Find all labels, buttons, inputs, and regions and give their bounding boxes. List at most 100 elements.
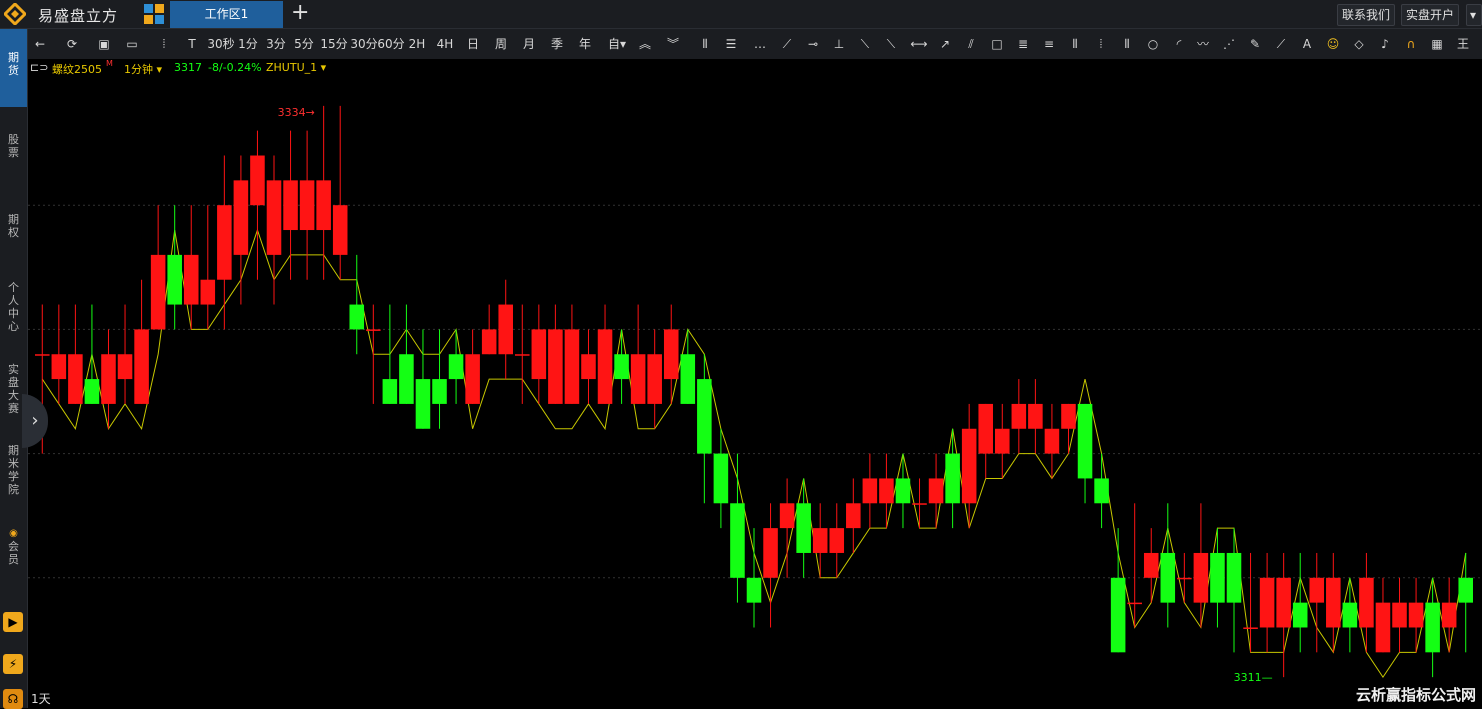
draw-ray-icon[interactable]: ⟍ [856,29,874,59]
candle-up [531,329,547,380]
draw-gann-icon[interactable]: ≡ [1040,29,1058,59]
draw-hline-icon[interactable]: ⊸ [804,29,822,59]
draw-cycle-icon[interactable]: ⦀ [1066,29,1084,59]
draw-rectangle-icon[interactable]: □ [988,29,1006,59]
low-price-label: 3311— [1234,671,1273,684]
eraser-icon[interactable]: ◇ [1350,29,1368,59]
candle-up [829,528,845,553]
candle-up [779,503,795,529]
candle-down [614,354,629,380]
candle-up [1441,602,1457,628]
candle-up [515,354,530,356]
period-15m[interactable]: 15分 [318,29,350,59]
save-icon[interactable]: ▣ [94,29,114,59]
candle-up [1408,602,1424,628]
draw-line-icon[interactable]: ⟍ [882,29,900,59]
period-4h[interactable]: 4H [434,29,456,59]
sidebar-item-member[interactable]: ◉ 会员 [0,527,27,566]
vip-video-icon[interactable]: ▶ [3,612,23,632]
draw-wave-icon[interactable]: 〰 [1194,29,1212,59]
candle-up [117,354,133,380]
indicator-selector[interactable]: ZHUTU_1 ▾ [266,61,326,74]
text-icon[interactable]: T [182,29,202,59]
draw-arrow-icon[interactable]: ↗ [936,29,954,59]
draw-fan-icon[interactable]: ⋰ [1220,29,1238,59]
candle-up [1392,602,1407,628]
app-logo-icon [4,3,26,25]
sidebar-item-stocks[interactable]: 股票 [0,133,27,159]
candle-up [846,503,861,529]
symbol-name[interactable]: 螺纹2505 [52,61,102,77]
candle-up [51,354,67,380]
calculator-icon[interactable]: ▦ [1428,29,1446,59]
refresh-icon[interactable]: ⟳ [62,29,82,59]
draw-arc-icon[interactable]: ◜ [1170,29,1188,59]
more-icon[interactable]: … [752,29,768,59]
draw-fib-time-icon[interactable]: ⦙ [1092,29,1110,59]
candle-down [415,379,431,429]
chart-line-icon[interactable]: ⦙ [154,29,174,59]
period-3m[interactable]: 3分 [264,29,288,59]
sidebar-item-academy[interactable]: 期米学院 [0,444,27,496]
period-2h[interactable]: 2H [406,29,428,59]
candle-up [1143,552,1159,578]
price-chart[interactable]: 3334→ 3311— [28,77,1482,708]
period-60m[interactable]: 60分 [375,29,407,59]
period-1m[interactable]: 1分 [236,29,260,59]
draw-ruler-icon[interactable]: ⟋ [1272,29,1290,59]
period-5m[interactable]: 5分 [292,29,316,59]
period-custom[interactable]: 自▾ [604,29,630,59]
candle-up [217,205,232,280]
candle-up [1309,577,1325,603]
sidebar-item-personal-center[interactable]: 个人中心 [0,281,27,333]
layout-columns-icon[interactable]: ⫴ [696,29,714,59]
period-week[interactable]: 周 [492,29,510,59]
folder-icon[interactable]: ▭ [120,29,144,59]
draw-vline-icon[interactable]: ⊥ [830,29,848,59]
link-icon[interactable]: ⊏⊃ [30,61,48,74]
draw-text-icon[interactable]: A [1298,29,1316,59]
magnet-icon[interactable]: ∩ [1402,29,1420,59]
app-name: 易盛盘立方 [38,7,119,25]
king-icon[interactable]: 王 [1454,29,1472,59]
candle-up [1177,577,1192,580]
candle-down [730,503,745,578]
draw-pencil-icon[interactable]: ✎ [1246,29,1264,59]
period-day[interactable]: 日 [464,29,482,59]
candle-up [862,478,878,504]
headset-icon[interactable]: ☊ [3,689,23,709]
emoji-icon[interactable]: ☺ [1324,29,1342,59]
sidebar-item-options[interactable]: 期权 [0,213,27,239]
period-30s[interactable]: 30秒 [206,29,236,59]
contact-us-button[interactable]: 联系我们 [1337,4,1396,26]
zoom-in-icon[interactable]: ︽ [636,29,654,59]
candle-up [928,478,944,504]
candle-up [101,354,116,404]
candle-up [1028,403,1043,429]
period-quarter[interactable]: 季 [548,29,566,59]
draw-circle-icon[interactable]: ○ [1144,29,1162,59]
add-tab-button[interactable]: + [291,1,309,25]
collapse-arrow-icon[interactable]: ▾ [1466,4,1482,26]
draw-segment-icon[interactable]: ⟋ [778,29,796,59]
lightning-icon[interactable]: ⚡ [3,654,23,674]
draw-period-icon[interactable]: ⦀ [1118,29,1136,59]
candle-up [366,329,381,331]
sidebar-item-futures[interactable]: 期货 [0,29,27,107]
tab-workspace-1[interactable]: 工作区1 [170,1,283,28]
period-year[interactable]: 年 [576,29,594,59]
back-icon[interactable]: ← [30,29,50,59]
draw-extended-line-icon[interactable]: ⟷ [908,29,930,59]
draw-fib-icon[interactable]: ≣ [1014,29,1032,59]
zoom-out-icon[interactable]: ︾ [664,29,682,59]
period-selector[interactable]: 1分钟 ▾ [124,61,162,77]
title-bar: 易盛盘立方 工作区1 + 联系我们 实盘开户 ▾ [0,0,1482,29]
open-account-button[interactable]: 实盘开户 [1401,4,1460,26]
draw-channel-icon[interactable]: ⫽ [962,29,980,59]
candle-up [183,254,199,305]
period-month[interactable]: 月 [520,29,538,59]
candle-down [1160,552,1176,603]
apps-grid-icon[interactable] [143,3,165,25]
layout-rows-icon[interactable]: ☰ [722,29,740,59]
alert-bell-icon[interactable]: ♪ [1376,29,1394,59]
